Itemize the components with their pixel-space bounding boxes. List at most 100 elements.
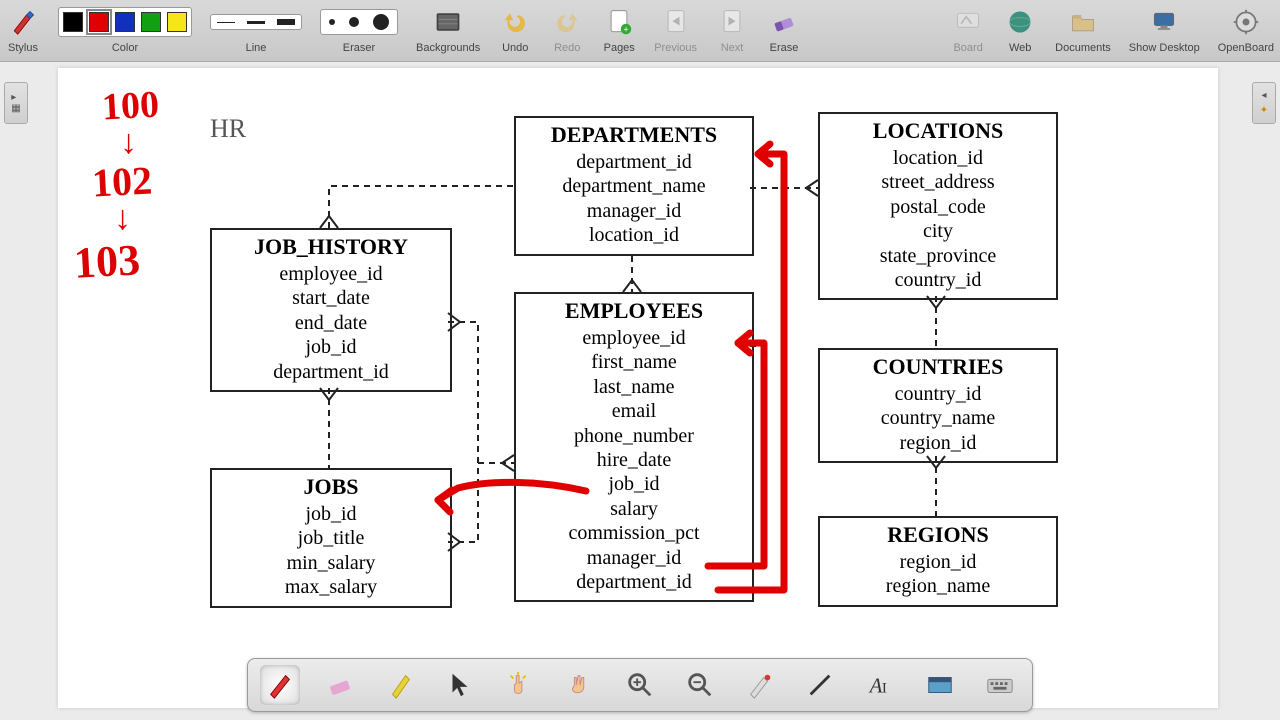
employees-title: EMPLOYEES bbox=[516, 294, 752, 326]
previous-label: Previous bbox=[654, 42, 697, 54]
bottom-dock: AI bbox=[247, 658, 1033, 712]
whiteboard-page[interactable]: HR 100 ↓ 102 ↓ 103 JOB_HISTORY employee_… bbox=[58, 68, 1218, 708]
erase-icon[interactable] bbox=[767, 5, 801, 39]
board-icon[interactable] bbox=[951, 5, 985, 39]
eraser-group: Eraser bbox=[320, 4, 398, 54]
interact-tool[interactable] bbox=[500, 665, 540, 705]
undo-group[interactable]: Undo bbox=[498, 4, 532, 54]
eraser-small[interactable] bbox=[329, 19, 335, 25]
erase-group[interactable]: Erase bbox=[767, 4, 801, 54]
svg-text:I: I bbox=[882, 681, 887, 697]
eraser-size-picker bbox=[320, 9, 398, 35]
board-label: Board bbox=[953, 42, 982, 54]
backgrounds-icon[interactable] bbox=[431, 5, 465, 39]
documents-group[interactable]: Documents bbox=[1055, 4, 1111, 54]
openboard-group[interactable]: OpenBoard bbox=[1218, 4, 1274, 54]
svg-text:+: + bbox=[624, 25, 629, 35]
pen-tool[interactable] bbox=[260, 665, 300, 705]
color-yellow[interactable] bbox=[167, 12, 187, 32]
hand-arrow-2: ↓ bbox=[114, 200, 131, 238]
color-black[interactable] bbox=[63, 12, 83, 32]
regions-cols: region_id region_name bbox=[820, 550, 1056, 605]
show-desktop-icon[interactable] bbox=[1147, 5, 1181, 39]
pointer-tool[interactable] bbox=[440, 665, 480, 705]
table-jobs: JOBS job_id job_title min_salary max_sal… bbox=[210, 468, 452, 608]
zoom-in-tool[interactable] bbox=[620, 665, 660, 705]
next-group: Next bbox=[715, 4, 749, 54]
keyboard-tool[interactable] bbox=[980, 665, 1020, 705]
stylus-label: Stylus bbox=[8, 42, 38, 54]
show-desktop-group[interactable]: Show Desktop bbox=[1129, 4, 1200, 54]
job-history-cols: employee_id start_date end_date job_id d… bbox=[212, 262, 450, 390]
line-group: Line bbox=[210, 4, 302, 54]
workspace: ▸▦ ◂✦ HR 100 ↓ 102 ↓ 103 JOB_HISTORY emp… bbox=[0, 62, 1280, 720]
backgrounds-group[interactable]: Backgrounds bbox=[416, 4, 480, 54]
job-history-title: JOB_HISTORY bbox=[212, 230, 450, 262]
table-locations: LOCATIONS location_id street_address pos… bbox=[818, 112, 1058, 300]
erase-label: Erase bbox=[770, 42, 799, 54]
pages-label: Pages bbox=[604, 42, 635, 54]
regions-title: REGIONS bbox=[820, 518, 1056, 550]
line-label: Line bbox=[246, 42, 267, 54]
laser-tool[interactable] bbox=[740, 665, 780, 705]
table-employees: EMPLOYEES employee_id first_name last_na… bbox=[514, 292, 754, 602]
countries-cols: country_id country_name region_id bbox=[820, 382, 1056, 461]
web-icon[interactable] bbox=[1003, 5, 1037, 39]
board-group[interactable]: Board bbox=[951, 4, 985, 54]
line-thick[interactable] bbox=[277, 19, 295, 25]
show-desktop-label: Show Desktop bbox=[1129, 42, 1200, 54]
web-label: Web bbox=[1009, 42, 1031, 54]
handwriting-100: 100 bbox=[101, 83, 160, 130]
top-toolbar: Stylus Color Line bbox=[0, 0, 1280, 62]
eraser-tool[interactable] bbox=[320, 665, 360, 705]
color-red[interactable] bbox=[89, 12, 109, 32]
eraser-large[interactable] bbox=[373, 14, 389, 30]
openboard-icon[interactable] bbox=[1229, 5, 1263, 39]
jobs-cols: job_id job_title min_salary max_salary bbox=[212, 502, 450, 606]
openboard-label: OpenBoard bbox=[1218, 42, 1274, 54]
documents-icon[interactable] bbox=[1066, 5, 1100, 39]
text-tool[interactable]: AI bbox=[860, 665, 900, 705]
undo-label: Undo bbox=[502, 42, 528, 54]
zoom-out-tool[interactable] bbox=[680, 665, 720, 705]
pages-icon[interactable]: + bbox=[602, 5, 636, 39]
stylus-icon[interactable] bbox=[6, 5, 40, 39]
line-med[interactable] bbox=[247, 21, 265, 24]
capture-tool[interactable] bbox=[920, 665, 960, 705]
line-width-picker bbox=[210, 14, 302, 30]
jobs-title: JOBS bbox=[212, 470, 450, 502]
svg-text:A: A bbox=[868, 676, 883, 698]
schema-name: HR bbox=[210, 114, 246, 144]
right-panel-handle[interactable]: ◂✦ bbox=[1252, 82, 1276, 124]
color-blue[interactable] bbox=[115, 12, 135, 32]
previous-group: Previous bbox=[654, 4, 697, 54]
color-group: Color bbox=[58, 4, 192, 54]
web-group[interactable]: Web bbox=[1003, 4, 1037, 54]
locations-title: LOCATIONS bbox=[820, 114, 1056, 146]
undo-icon[interactable] bbox=[498, 5, 532, 39]
departments-cols: department_id department_name manager_id… bbox=[516, 150, 752, 254]
color-palette bbox=[58, 7, 192, 37]
handwriting-103: 103 bbox=[73, 234, 142, 288]
documents-label: Documents bbox=[1055, 42, 1111, 54]
hand-tool[interactable] bbox=[560, 665, 600, 705]
table-job-history: JOB_HISTORY employee_id start_date end_d… bbox=[210, 228, 452, 392]
color-label: Color bbox=[112, 42, 138, 54]
line-thin[interactable] bbox=[217, 22, 235, 23]
departments-title: DEPARTMENTS bbox=[516, 118, 752, 150]
table-departments: DEPARTMENTS department_id department_nam… bbox=[514, 116, 754, 256]
line-tool[interactable] bbox=[800, 665, 840, 705]
pages-group[interactable]: + Pages bbox=[602, 4, 636, 54]
countries-title: COUNTRIES bbox=[820, 350, 1056, 382]
employees-cols: employee_id first_name last_name email p… bbox=[516, 326, 752, 600]
next-label: Next bbox=[721, 42, 744, 54]
locations-cols: location_id street_address postal_code c… bbox=[820, 146, 1056, 298]
color-green[interactable] bbox=[141, 12, 161, 32]
table-regions: REGIONS region_id region_name bbox=[818, 516, 1058, 607]
table-countries: COUNTRIES country_id country_name region… bbox=[818, 348, 1058, 463]
left-panel-handle[interactable]: ▸▦ bbox=[4, 82, 28, 124]
eraser-med[interactable] bbox=[349, 17, 359, 27]
redo-icon bbox=[550, 5, 584, 39]
marker-tool[interactable] bbox=[380, 665, 420, 705]
backgrounds-label: Backgrounds bbox=[416, 42, 480, 54]
